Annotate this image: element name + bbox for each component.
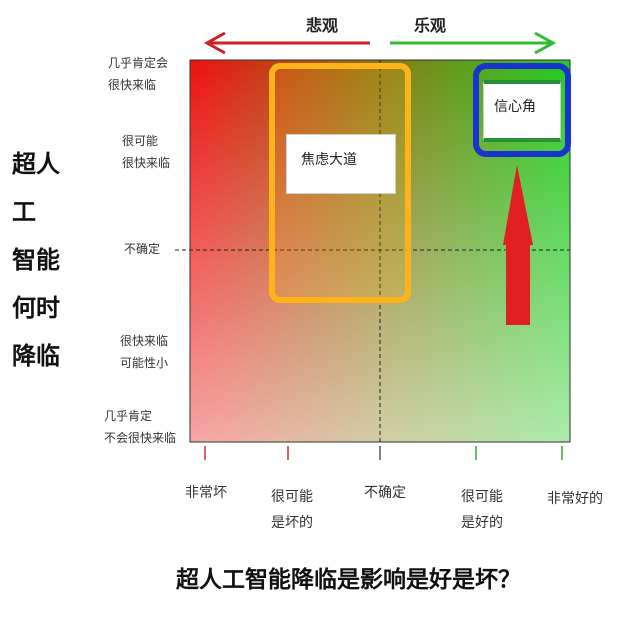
confidence-corner-label: 信心角 — [483, 80, 561, 142]
x-tick-uncertain: 不确定 — [364, 485, 406, 501]
x-tick-very-bad: 非常坏 — [185, 485, 227, 501]
x-tick-likely-good: 很可能 是好的 — [461, 489, 503, 531]
anxiety-avenue-label: 焦虑大道 — [286, 134, 396, 194]
bottom-question: 超人工智能降临是影响是好是坏？ — [176, 567, 521, 593]
confidence-corner-text: 信心角 — [494, 99, 536, 115]
anxiety-avenue-text: 焦虑大道 — [301, 152, 357, 168]
x-tick-likely-bad: 很可能 是坏的 — [271, 489, 313, 531]
x-tick-very-good: 非常好的 — [547, 491, 603, 507]
up-arrow-shaft — [506, 243, 530, 325]
quadrant-chart — [175, 59, 571, 460]
